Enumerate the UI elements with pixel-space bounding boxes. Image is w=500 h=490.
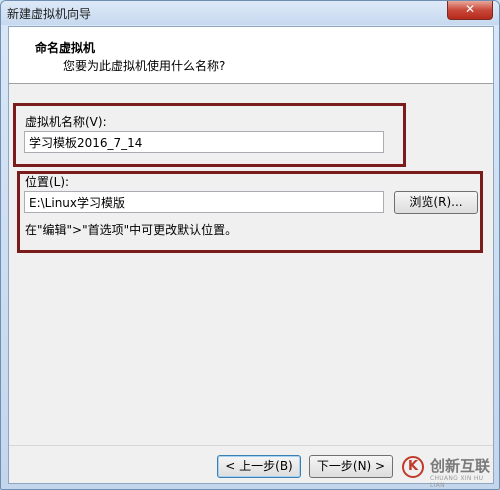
close-button[interactable]: ✕ xyxy=(447,1,493,20)
title-bar[interactable]: 新建虚拟机向导 ✕ xyxy=(1,1,499,25)
watermark-subtext: CHUANG XIN HU LIAN xyxy=(430,475,484,489)
window-title: 新建虚拟机向导 xyxy=(7,7,92,21)
watermark-name: 创新互联 xyxy=(430,457,491,475)
page-subtitle: 您要为此虚拟机使用什么名称? xyxy=(63,59,226,73)
location-highlight-box xyxy=(17,171,483,253)
wizard-window: 新建虚拟机向导 ✕ 命名虚拟机 您要为此虚拟机使用什么名称? 虚拟机名称(V):… xyxy=(0,0,500,490)
wizard-content: 命名虚拟机 您要为此虚拟机使用什么名称? 虚拟机名称(V): 位置(L): 浏览… xyxy=(8,26,494,484)
footer-separator xyxy=(9,445,493,446)
watermark-logo-icon: K xyxy=(402,456,424,478)
watermark: K 创新互联 CHUANG XIN HU LIAN xyxy=(400,452,498,489)
close-icon: ✕ xyxy=(464,2,476,16)
page-title: 命名虚拟机 xyxy=(35,41,96,55)
wizard-header: 命名虚拟机 您要为此虚拟机使用什么名称? xyxy=(9,27,493,84)
vm-name-highlight-box xyxy=(13,103,406,167)
back-button[interactable]: < 上一步(B) xyxy=(217,455,301,478)
next-button[interactable]: 下一步(N) > xyxy=(309,455,393,478)
